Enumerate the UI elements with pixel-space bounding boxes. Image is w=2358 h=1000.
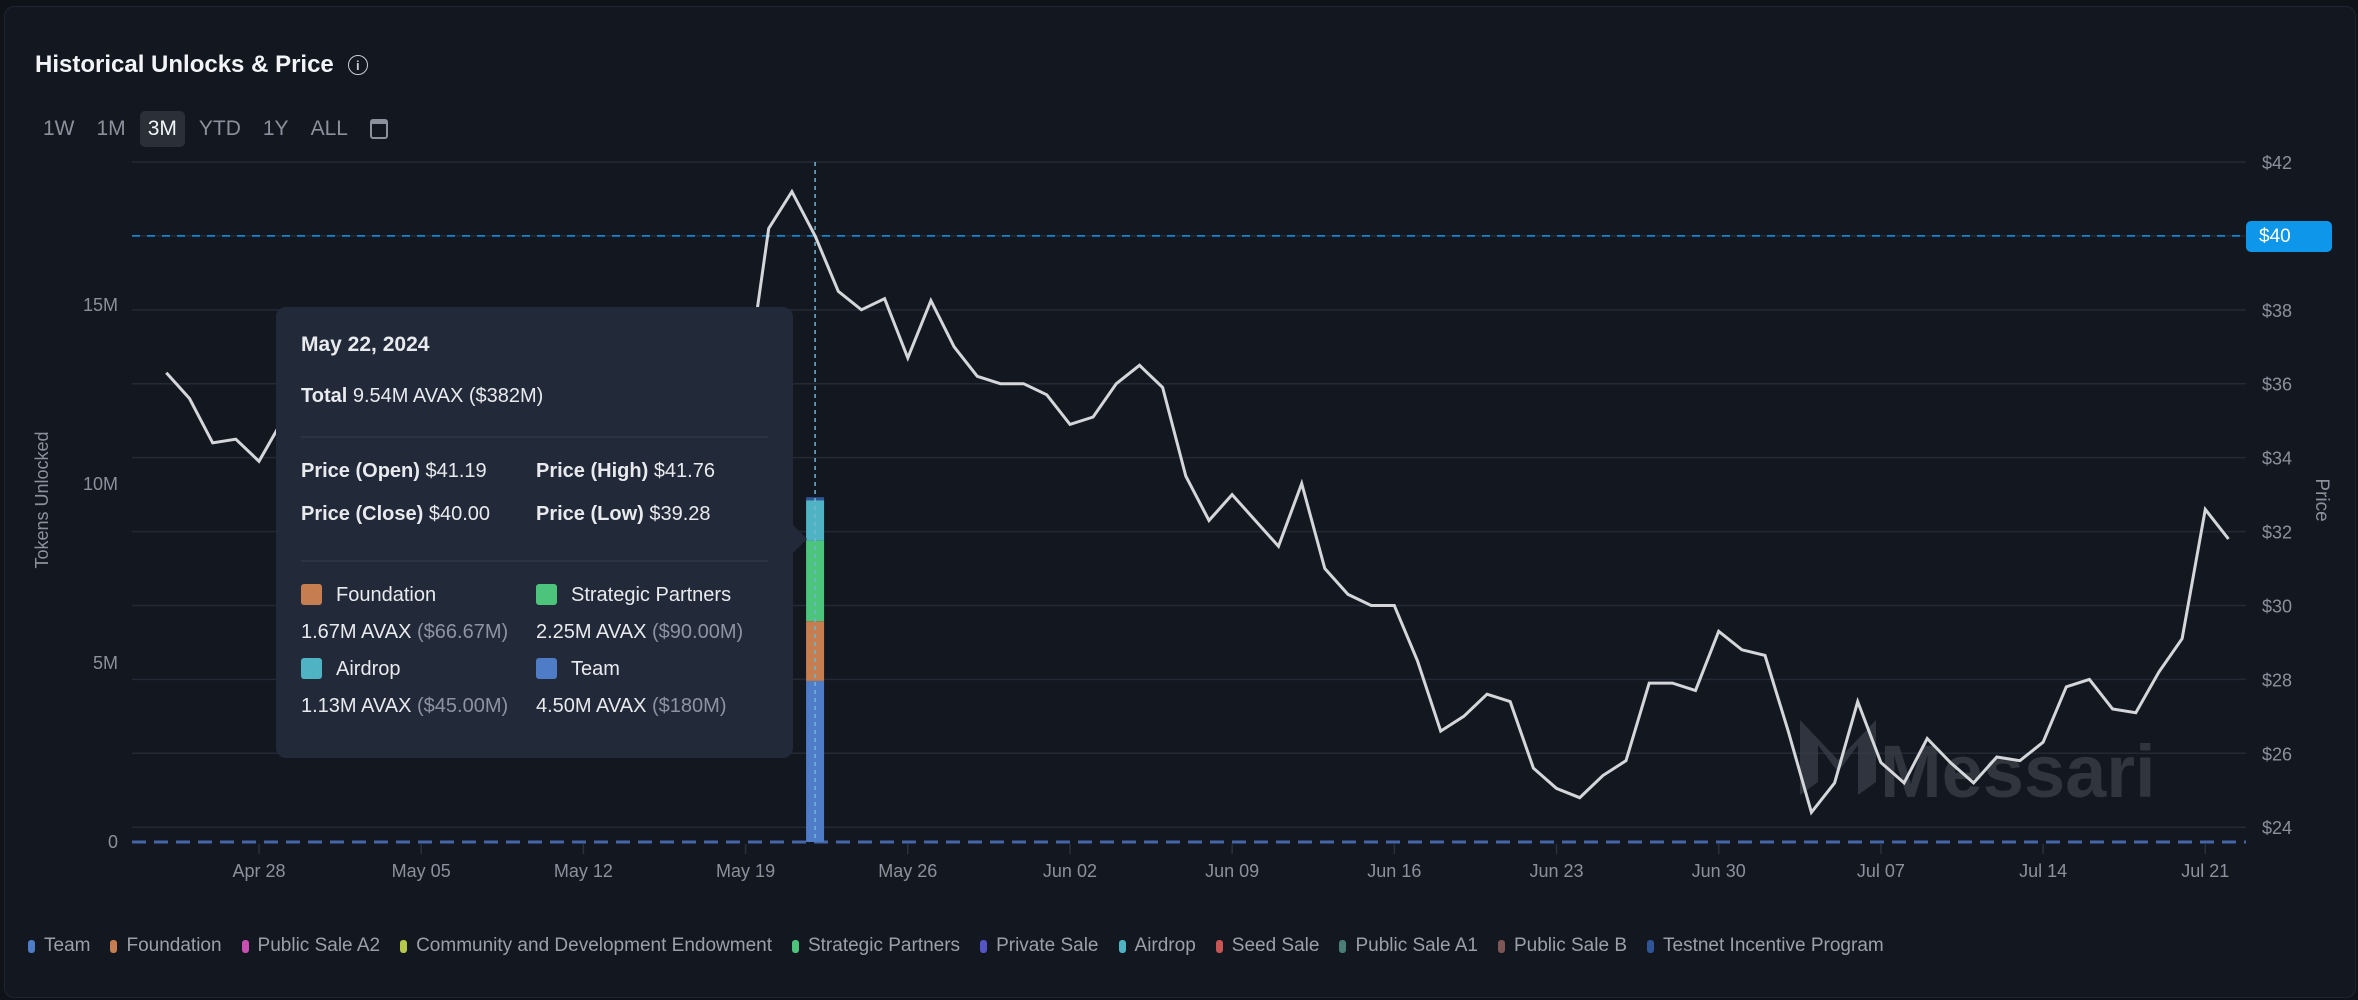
legend-item-public-sale-a1[interactable]: Public Sale A1 xyxy=(1339,935,1478,957)
legend-dot xyxy=(1118,939,1126,953)
legend-label: Airdrop xyxy=(1134,935,1196,956)
y-right-axis-label: Price xyxy=(2311,478,2332,521)
messari-watermark: Messari xyxy=(1880,730,2156,813)
messari-logo-icon xyxy=(1800,720,1876,795)
y-right-tick-label: $26 xyxy=(2262,744,2292,764)
x-tick-label: Jul 21 xyxy=(2181,861,2229,881)
x-tick-label: May 05 xyxy=(392,861,451,881)
legend-item-public-sale-b[interactable]: Public Sale B xyxy=(1497,935,1627,957)
y-right-tick-label: $42 xyxy=(2262,153,2292,173)
legend-label: Public Sale A1 xyxy=(1355,935,1478,956)
x-tick-label: Jul 14 xyxy=(2019,861,2067,881)
x-tick-label: Jun 30 xyxy=(1692,861,1746,881)
chart-tooltip: May 22, 2024 Total 9.54M AVAX ($382M) Pr… xyxy=(276,307,807,758)
legend-dot xyxy=(400,939,408,953)
bar-segment-team xyxy=(806,680,825,842)
x-tick-label: May 26 xyxy=(878,861,937,881)
chart-legend: Team Foundation Public Sale A2 Community an… xyxy=(28,935,1884,957)
y-right-tick-label: $34 xyxy=(2262,449,2292,469)
x-tick-label: Jun 02 xyxy=(1043,861,1097,881)
y-right-tick-label: $32 xyxy=(2262,523,2292,543)
tooltip-divider xyxy=(301,560,768,562)
legend-label: Private Sale xyxy=(996,935,1099,956)
y-right-tick-label: $30 xyxy=(2262,596,2292,616)
x-tick-label: May 12 xyxy=(554,861,613,881)
tooltip-item-foundation: Foundation 1.67M AVAX ($66.67M) xyxy=(301,584,509,643)
y-left-tick-label: 0 xyxy=(108,832,118,852)
legend-label: Strategic Partners xyxy=(807,935,961,956)
legend-dot xyxy=(241,939,249,953)
y-left-tick-label: 5M xyxy=(93,653,118,673)
color-swatch xyxy=(301,584,322,605)
tooltip-date: May 22, 2024 xyxy=(301,333,430,356)
y-right-tick-label: $24 xyxy=(2262,818,2292,838)
tooltip-item-airdrop: Airdrop 1.13M AVAX ($45.00M) xyxy=(301,658,509,717)
x-tick-label: Jun 16 xyxy=(1367,861,1421,881)
legend-dot xyxy=(28,939,35,953)
legend-label: Public Sale A2 xyxy=(257,935,381,956)
x-tick-label: Apr 28 xyxy=(232,861,285,881)
legend-label: Team xyxy=(44,935,91,956)
price-open: Price (Open) $41.19 xyxy=(301,460,487,482)
legend-item-strategic-partners[interactable]: Strategic Partners xyxy=(791,935,961,957)
color-swatch xyxy=(301,658,322,679)
y-right-tick-label: $38 xyxy=(2262,301,2292,321)
y-right-tick-label: $36 xyxy=(2262,375,2292,395)
legend-label: Foundation xyxy=(126,935,222,956)
y-left-tick-label: 15M xyxy=(83,295,118,315)
legend-dot xyxy=(110,939,118,953)
price-close: Price (Close) $40.00 xyxy=(301,503,490,525)
legend-item-foundation[interactable]: Foundation xyxy=(110,935,222,957)
legend-item-community-and-development-endowment[interactable]: Community and Development Endowment xyxy=(400,935,772,957)
tooltip-allocations: Foundation 1.67M AVAX ($66.67M) Strategic … xyxy=(301,584,768,718)
y-left-tick-label: 10M xyxy=(83,474,118,494)
legend-dot xyxy=(791,939,799,953)
x-tick-label: May 19 xyxy=(716,861,775,881)
price-low: Price (Low) $39.28 xyxy=(536,503,711,525)
color-swatch xyxy=(536,584,557,605)
tooltip-total: Total 9.54M AVAX ($382M) xyxy=(301,385,544,407)
legend-label: Public Sale B xyxy=(1513,935,1627,956)
legend-label: Community and Development Endowment xyxy=(416,935,772,956)
x-tick-label: Jun 09 xyxy=(1205,861,1259,881)
tooltip-divider xyxy=(301,436,768,438)
tooltip-prices: Price (Open) $41.19 Price (High) $41.76 … xyxy=(301,460,768,526)
legend-dot xyxy=(1339,939,1347,953)
legend-dot xyxy=(1215,939,1223,953)
x-tick-label: Jun 23 xyxy=(1529,861,1583,881)
x-tick-label: Jul 07 xyxy=(1857,861,1905,881)
legend-item-testnet-incentive-program[interactable]: Testnet Incentive Program xyxy=(1647,935,1884,957)
legend-label: Testnet Incentive Program xyxy=(1663,935,1884,956)
legend-item-team[interactable]: Team xyxy=(28,935,90,957)
legend-label: Seed Sale xyxy=(1231,935,1320,956)
legend-dot xyxy=(980,939,988,953)
legend-dot xyxy=(1647,939,1654,953)
legend-dot xyxy=(1497,939,1505,953)
y-right-tick-label: $28 xyxy=(2262,670,2292,690)
y-left-axis-label: Tokens Unlocked xyxy=(32,431,52,568)
tooltip-item-team: Team 4.50M AVAX ($180M) xyxy=(536,658,727,717)
legend-item-airdrop[interactable]: Airdrop xyxy=(1118,935,1196,957)
legend-item-private-sale[interactable]: Private Sale xyxy=(980,935,1099,957)
color-swatch xyxy=(536,658,557,679)
price-high: Price (High) $41.76 xyxy=(536,460,715,482)
legend-item-public-sale-a2[interactable]: Public Sale A2 xyxy=(241,935,381,957)
legend-item-seed-sale[interactable]: Seed Sale xyxy=(1215,935,1320,957)
tooltip-item-strategic-partners: Strategic Partners 2.25M AVAX ($90.00M) xyxy=(536,584,744,643)
crosshair-price-label: $40 xyxy=(2246,221,2332,252)
